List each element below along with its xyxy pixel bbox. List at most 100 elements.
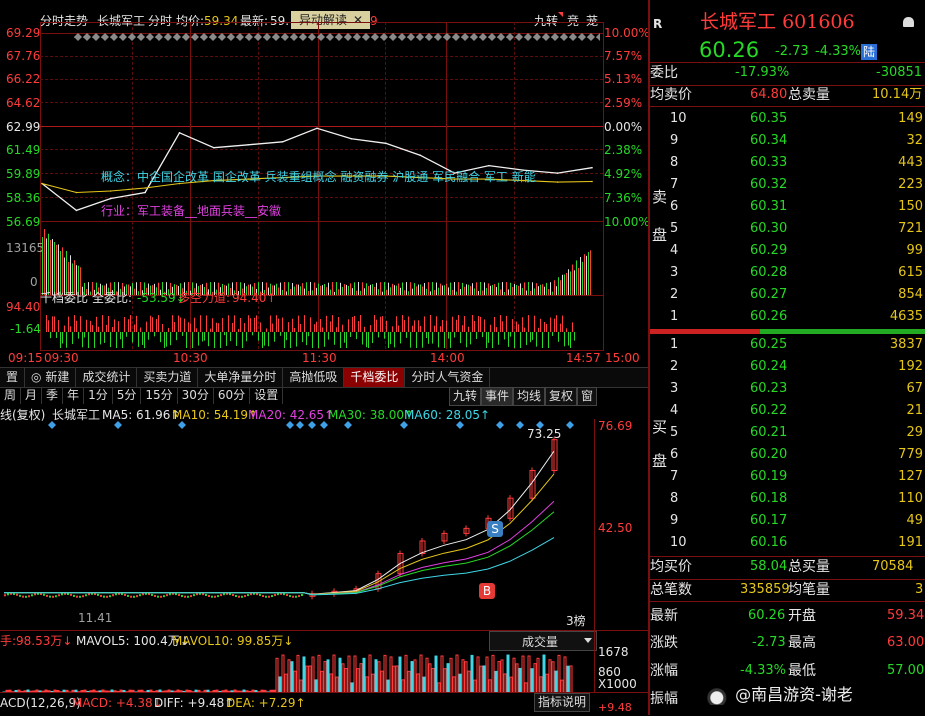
committee-bar [108,315,109,332]
tab-new[interactable]: ◎ 新建 [25,368,77,387]
corner-flag-icon [558,12,563,17]
buy-order-row[interactable]: 7 60.19 127 [650,466,925,488]
sell-order-price: 60.27 [750,287,788,302]
committee-bar [52,316,53,332]
kline-candle [274,594,276,597]
sell-order-row[interactable]: 3 60.28 615 [650,262,925,284]
sell-order-row[interactable]: 2 60.27 854 [650,284,925,306]
sell-order-row[interactable]: 7 60.32 223 [650,174,925,196]
buy-order-row[interactable]: 1 60.25 3837 [650,334,925,356]
committee-bar [280,332,281,336]
tab-popularity[interactable]: 分时人气资金 [405,368,491,387]
period-5min[interactable]: 5分 [113,387,142,404]
committee-bar [220,332,221,348]
ma-button[interactable]: 均线 [513,387,546,406]
committee-bar [190,323,191,332]
buy-order-volume: 21 [906,403,923,418]
kline-candle [244,595,246,598]
tab-big-order[interactable]: 大单净量分时 [198,368,284,387]
price-tick: 58.36 [6,191,41,205]
sell-order-row[interactable]: 10 60.35 149 [650,108,925,130]
committee-bar [128,319,129,332]
kline-chart [4,421,574,600]
committee-bar [394,332,395,348]
buy-order-price: 60.22 [750,403,788,418]
volume-dropdown[interactable]: 成交量 [489,631,597,651]
kline-volume-bar [389,656,393,693]
period-1min[interactable]: 1分 [84,387,113,404]
window-button[interactable]: 窗 [577,387,598,406]
buy-order-price: 60.17 [750,513,788,528]
price-tick: 67.76 [6,49,41,63]
committee-bar [428,332,429,344]
intraday-series-point [384,142,387,145]
committee-bar [270,315,271,332]
committee-bar [282,317,283,332]
pct-tick: 4.92% [604,167,643,181]
period-month[interactable]: 月 [21,387,43,404]
committee-bar [114,319,115,332]
kline-candle [112,594,114,597]
tab-high-low[interactable]: 高抛低吸 [283,368,345,387]
period-settings[interactable]: 设置 [250,387,284,404]
indicator-help-button[interactable]: 指标说明 [534,693,591,712]
volume-bar [292,282,293,295]
sell-order-row[interactable]: 6 60.31 150 [650,196,925,218]
kline-candle [46,594,48,597]
buy-order-row[interactable]: 5 60.21 29 [650,422,925,444]
committee-bar [304,315,305,332]
avg-buy-value: 58.04 [750,559,788,574]
buy-order-row[interactable]: 9 60.17 49 [650,510,925,532]
buy-order-price: 60.21 [750,425,788,440]
total-sell-label: 总卖量 [788,87,830,103]
buy-order-row[interactable]: 4 60.22 21 [650,400,925,422]
bell-icon[interactable] [903,17,914,27]
price-tick: 56.69 [6,215,41,229]
tab-committee[interactable]: 千档委比 [344,368,406,387]
event-button[interactable]: 事件 [481,387,514,406]
period-15min[interactable]: 15分 [141,387,178,404]
tab-settings[interactable]: 置 [0,368,26,387]
volume-bar [496,287,497,295]
committee-bar [526,332,527,346]
kline-panel: 线(复权) 长城军工 MA5: 61.96↑ MA10: 54.19↑ MA20… [0,405,648,630]
sell-order-row[interactable]: 8 60.33 443 [650,152,925,174]
adjust-button[interactable]: 复权 [545,387,578,406]
kline-volume-bar [566,665,570,693]
volume-bar [424,283,425,295]
buy-order-level: 8 [670,491,679,506]
sell-order-row[interactable]: 9 60.34 32 [650,130,925,152]
committee-bar [204,332,205,341]
kline-candle [61,593,63,596]
buy-order-row[interactable]: 3 60.23 67 [650,378,925,400]
sell-order-price: 60.32 [750,177,788,192]
tab-volume-stats[interactable]: 成交统计 [76,368,138,387]
kline-ma-line [4,500,555,596]
buy-order-row[interactable]: 8 60.18 110 [650,488,925,510]
chevron-down-icon [584,638,592,643]
sell-order-row[interactable]: 1 60.26 4635 [650,306,925,328]
sell-order-row[interactable]: 5 60.30 721 [650,218,925,240]
kline-volume-bar [317,654,321,693]
intraday-series-point [178,132,181,134]
buy-marker-b[interactable]: B [479,583,495,599]
buy-order-row[interactable]: 6 60.20 779 [650,444,925,466]
jiuzhuan-kline-button[interactable]: 九转 [449,387,482,406]
period-30min[interactable]: 30分 [178,387,214,404]
buy-order-row[interactable]: 10 60.16 191 [650,532,925,554]
committee-bar [392,326,393,332]
kline-candle [19,594,21,597]
volume-bar [430,291,431,295]
period-60min[interactable]: 60分 [214,387,251,404]
committee-bar [226,332,227,346]
committee-bar [164,332,165,348]
buy-order-row[interactable]: 2 60.24 192 [650,356,925,378]
period-year[interactable]: 年 [63,387,85,404]
committee-bar [80,316,81,332]
period-season[interactable]: 季 [42,387,64,404]
kline-candle [127,594,129,597]
sell-order-row[interactable]: 4 60.29 99 [650,240,925,262]
period-week[interactable]: 周 [0,387,22,404]
sell-marker-s[interactable]: S [487,521,503,537]
tab-buy-sell-force[interactable]: 买卖力道 [137,368,199,387]
